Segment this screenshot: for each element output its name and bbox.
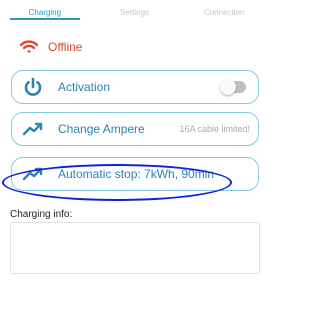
- activation-card[interactable]: Activation: [11, 70, 259, 104]
- charging-info-panel: [10, 222, 260, 274]
- connection-status: Offline: [20, 38, 82, 56]
- wifi-icon: [20, 40, 38, 54]
- change-ampere-card[interactable]: Change Ampere 16A cable limited!: [11, 112, 259, 146]
- power-icon: [22, 76, 44, 98]
- change-ampere-label: Change Ampere: [58, 122, 145, 136]
- automatic-stop-label: Automatic stop: 7kWh, 90min: [58, 167, 215, 181]
- tab-connection[interactable]: Connection: [179, 0, 269, 20]
- tab-bar: Charging Settings Connection: [0, 0, 269, 20]
- cable-limit-note: 16A cable limited!: [179, 124, 250, 134]
- trend-up-icon: [22, 163, 44, 185]
- toggle-knob: [220, 79, 236, 95]
- tab-charging[interactable]: Charging: [0, 0, 90, 20]
- charging-info-heading: Charging info:: [10, 209, 73, 220]
- status-text: Offline: [48, 40, 83, 54]
- activation-toggle[interactable]: [220, 79, 246, 95]
- activation-label: Activation: [58, 80, 111, 94]
- trend-up-icon: [22, 118, 44, 140]
- tab-settings[interactable]: Settings: [90, 0, 180, 20]
- automatic-stop-card[interactable]: Automatic stop: 7kWh, 90min: [11, 157, 259, 191]
